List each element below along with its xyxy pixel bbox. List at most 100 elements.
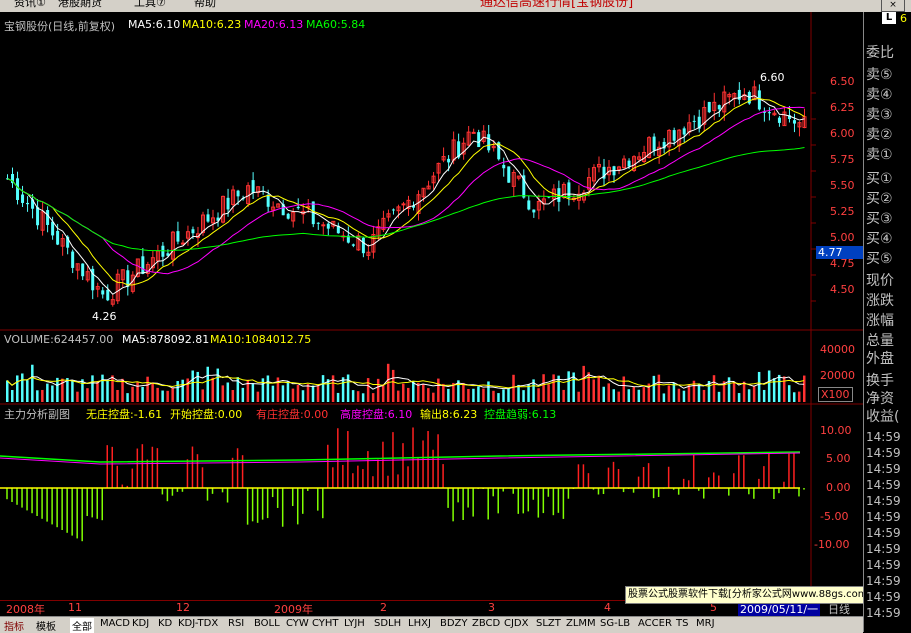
trade-time: 14:59 xyxy=(866,574,901,588)
candle-body xyxy=(101,290,105,295)
turnover-label: 换手 xyxy=(866,373,894,389)
trade-time: 14:59 xyxy=(866,462,901,476)
indicator-y-tick: -10.00 xyxy=(814,538,850,551)
volume-bar xyxy=(221,385,225,402)
volume-bar xyxy=(91,375,94,402)
volume-bar xyxy=(597,375,600,402)
tab-zbcd[interactable]: ZBCD xyxy=(472,618,500,629)
volume-ma-lines xyxy=(6,374,805,390)
quote-panel: L 6 委比 卖⑤ 卖④ 卖③ 卖② 卖① 买① 买② 买③ 买④ 买⑤ 现价 … xyxy=(863,12,911,632)
tab-kdj[interactable]: KDJ xyxy=(132,618,149,629)
volume-bar xyxy=(146,376,149,402)
tab-lyjh[interactable]: LYJH xyxy=(344,618,365,629)
candle-body xyxy=(477,132,481,148)
volume-bar xyxy=(96,381,99,402)
indicator-param: 输出8:6.23 xyxy=(420,408,478,421)
volume-bar xyxy=(301,390,305,402)
chart-area[interactable] xyxy=(0,12,863,616)
volume-bar xyxy=(381,384,385,402)
tab-cyht[interactable]: CYHT xyxy=(312,618,339,629)
menu-item-info[interactable]: 资讯① xyxy=(14,0,46,9)
volume-bar xyxy=(562,389,565,402)
volume-bar xyxy=(181,379,184,402)
volume-y-tick: 40000 xyxy=(820,343,855,356)
volume-bar xyxy=(522,390,525,402)
tab-slzt[interactable]: SLZT xyxy=(536,618,561,629)
volume-label: VOLUME:624457.00 xyxy=(4,333,114,346)
volume-bar xyxy=(136,382,139,402)
volume-ma10-label: MA10:1084012.75 xyxy=(210,333,312,346)
tab-macd[interactable]: MACD xyxy=(100,618,130,629)
volume-bar xyxy=(677,388,681,402)
tab-rsi[interactable]: RSI xyxy=(228,618,244,629)
ma60-line xyxy=(7,147,805,252)
candle-body xyxy=(206,214,210,222)
indicator-tab-bar: 指标 模板 全部 MACD KDJ KD KDJ-TDX RSI BOLL CY… xyxy=(0,616,863,633)
total-volume-label: 总量 xyxy=(866,333,894,349)
volume-bar xyxy=(346,374,350,402)
volume-bar xyxy=(31,364,34,402)
tab-kdj-tdx[interactable]: KDJ-TDX xyxy=(178,618,218,629)
volume-bar xyxy=(396,390,400,402)
volume-bar xyxy=(86,388,89,402)
tab-kd[interactable]: KD xyxy=(158,618,172,629)
candle-body xyxy=(401,203,406,206)
tab-ts[interactable]: TS xyxy=(676,618,688,629)
tab-all[interactable]: 全部 xyxy=(70,618,94,633)
candle-body xyxy=(326,223,330,229)
candle-body xyxy=(316,222,320,224)
volume-bar xyxy=(361,393,365,402)
volume-bar xyxy=(502,389,505,402)
candle-body xyxy=(321,224,326,227)
volume-bar xyxy=(737,393,741,402)
ma60-label: MA60:5.84 xyxy=(306,18,366,31)
bid-ratio-label: 委比 xyxy=(866,45,894,61)
ma5-label: MA5:6.10 xyxy=(128,18,181,31)
candle-body xyxy=(767,112,771,114)
volume-bar xyxy=(682,390,686,402)
volume-bar xyxy=(512,374,515,402)
volume-bar xyxy=(552,374,555,402)
volume-bar xyxy=(71,380,74,402)
trade-time: 14:59 xyxy=(866,510,901,524)
close-button[interactable]: × xyxy=(881,0,905,12)
tab-lhxj[interactable]: LHXJ xyxy=(408,618,431,629)
volume-bar xyxy=(422,384,425,402)
tab-mrj[interactable]: MRJ xyxy=(696,618,715,629)
candle-body xyxy=(251,180,255,194)
volume-bar xyxy=(231,390,235,402)
volume-bar xyxy=(326,379,330,402)
bid4-label: 买④ xyxy=(866,231,893,247)
volume-bar xyxy=(662,393,666,402)
menu-item-hk-futures[interactable]: 港股期货 xyxy=(58,0,102,9)
menu-item-help[interactable]: 帮助 xyxy=(194,0,216,9)
candle-body xyxy=(266,194,270,207)
tab-indicators[interactable]: 指标 xyxy=(4,618,24,633)
tab-templates[interactable]: 模板 xyxy=(36,618,56,633)
tab-boll[interactable]: BOLL xyxy=(254,618,280,629)
tab-zlmm[interactable]: ZLMM xyxy=(566,618,596,629)
tab-cyw[interactable]: CYW xyxy=(286,618,309,629)
volume-bar xyxy=(442,383,445,402)
stock-title: 宝钢股份(日线,前复权) xyxy=(4,20,116,33)
tab-accer[interactable]: ACCER xyxy=(638,618,672,629)
volume-bar xyxy=(356,391,360,402)
high-price-label: 6.60 xyxy=(760,71,785,84)
tab-bdzy[interactable]: BDZY xyxy=(440,618,468,629)
volume-bar xyxy=(156,387,159,402)
indicator-param: 控盘趋弱:6.13 xyxy=(484,408,557,421)
bid1-label: 买① xyxy=(866,171,893,187)
menu-bar: 资讯① 港股期货 工具⑦ 帮助 通达信高速行情[宝钢股份] × xyxy=(0,0,911,12)
volume-ma5-label: MA5:878092.81 xyxy=(122,333,210,346)
volume-bar xyxy=(487,381,490,402)
volume-bar xyxy=(116,389,119,402)
candle-body xyxy=(567,182,571,198)
tab-sdlh[interactable]: SDLH xyxy=(374,618,401,629)
volume-bar xyxy=(632,386,636,402)
tab-sg-lb[interactable]: SG-LB xyxy=(600,618,630,629)
menu-item-tools[interactable]: 工具⑦ xyxy=(134,0,166,9)
date-tick: 4 xyxy=(604,601,611,614)
candle-body xyxy=(51,221,55,236)
volume-bar xyxy=(271,385,275,402)
tab-cjdx[interactable]: CJDX xyxy=(504,618,528,629)
